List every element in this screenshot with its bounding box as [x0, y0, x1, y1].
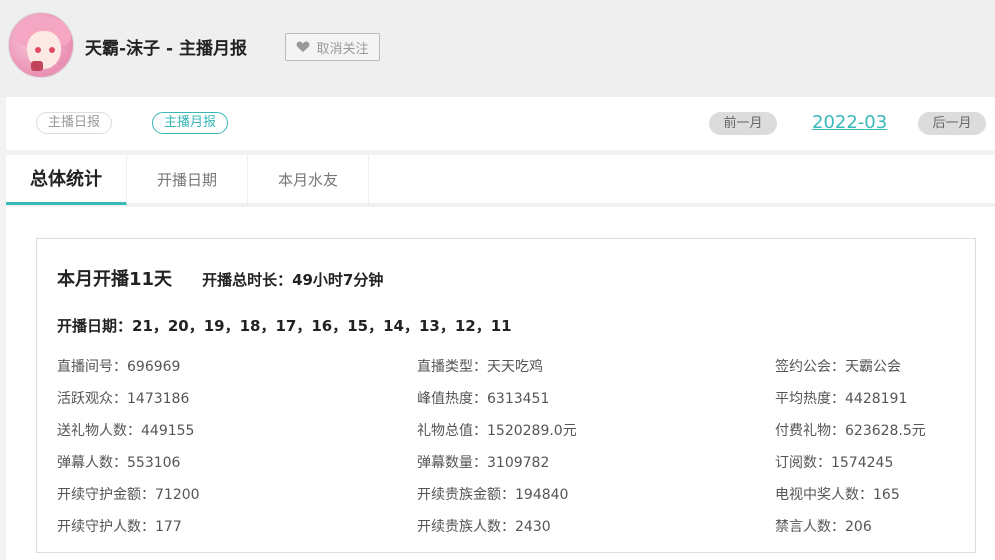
guard-count: 开续守护人数：177	[57, 519, 182, 535]
stats-row: 开续守护人数：177 开续贵族人数：2430 禁言人数：206	[57, 516, 957, 548]
tab-overall-stats[interactable]: 总体统计	[6, 155, 127, 205]
danmaku-users: 弹幕人数：553106	[57, 455, 181, 471]
stream-duration: 开播总时长：49小时7分钟	[202, 271, 384, 289]
guard-amount: 开续守护金额：71200	[57, 487, 200, 503]
monthly-report-button[interactable]: 主播月报	[152, 112, 229, 134]
noble-count: 开续贵族人数：2430	[417, 519, 551, 535]
page-header: 天霸-沫子 - 主播月报 取消关注	[0, 0, 995, 97]
stats-row: 活跃观众：1473186 峰值热度：6313451 平均热度：4428191	[57, 388, 957, 420]
subscribers: 订阅数：1574245	[775, 455, 894, 471]
danmaku-count: 弹幕数量：3109782	[417, 455, 550, 471]
stream-type: 直播类型：天天吃鸡	[417, 359, 543, 375]
heart-icon	[297, 41, 310, 53]
active-viewers: 活跃观众：1473186	[57, 391, 190, 407]
daily-report-button[interactable]: 主播日报	[36, 112, 113, 134]
gift-senders: 送礼物人数：449155	[57, 423, 195, 439]
stats-row: 送礼物人数：449155 礼物总值：1520289.0元 付费礼物：623628…	[57, 420, 957, 452]
stats-row: 直播间号：696969 直播类型：天天吃鸡 签约公会：天霸公会	[57, 356, 957, 388]
stats-grid: 直播间号：696969 直播类型：天天吃鸡 签约公会：天霸公会 活跃观众：147…	[57, 356, 957, 548]
unfollow-button[interactable]: 取消关注	[285, 33, 380, 61]
noble-amount: 开续贵族金额：194840	[417, 487, 569, 503]
room-number: 直播间号：696969	[57, 359, 181, 375]
page-title: 天霸-沫子 - 主播月报	[85, 39, 247, 59]
current-month-link[interactable]: 2022-03	[812, 112, 887, 133]
paid-gifts: 付费礼物：623628.5元	[775, 423, 926, 439]
stats-row: 弹幕人数：553106 弹幕数量：3109782 订阅数：1574245	[57, 452, 957, 484]
muted-users: 禁言人数：206	[775, 519, 872, 535]
peak-heat: 峰值热度：6313451	[417, 391, 550, 407]
guild: 签约公会：天霸公会	[775, 359, 901, 375]
streamer-avatar[interactable]	[8, 12, 74, 78]
summary-line: 本月开播11天 开播总时长：49小时7分钟	[57, 265, 383, 291]
tv-winners: 电视中奖人数：165	[775, 487, 900, 503]
next-month-button[interactable]: 后一月	[918, 112, 986, 135]
tab-stream-dates[interactable]: 开播日期	[127, 155, 248, 205]
stream-dates: 开播日期：21，20，19，18，17，16，15，14，13，12，11	[57, 317, 512, 335]
tab-bar: 总体统计 开播日期 本月水友	[6, 155, 995, 205]
stats-row: 开续守护金额：71200 开续贵族金额：194840 电视中奖人数：165	[57, 484, 957, 516]
stats-card: 本月开播11天 开播总时长：49小时7分钟 开播日期：21，20，19，18，1…	[36, 238, 976, 553]
main-content: 本月开播11天 开播总时长：49小时7分钟 开播日期：21，20，19，18，1…	[6, 207, 995, 560]
prev-month-button[interactable]: 前一月	[709, 112, 777, 135]
average-heat: 平均热度：4428191	[775, 391, 908, 407]
gift-total: 礼物总值：1520289.0元	[417, 423, 577, 439]
unfollow-label: 取消关注	[316, 41, 369, 57]
report-type-bar: 主播日报 主播月报 前一月 2022-03 后一月	[6, 97, 995, 150]
stream-days: 本月开播11天	[57, 269, 173, 290]
tab-monthly-fans[interactable]: 本月水友	[248, 155, 369, 205]
